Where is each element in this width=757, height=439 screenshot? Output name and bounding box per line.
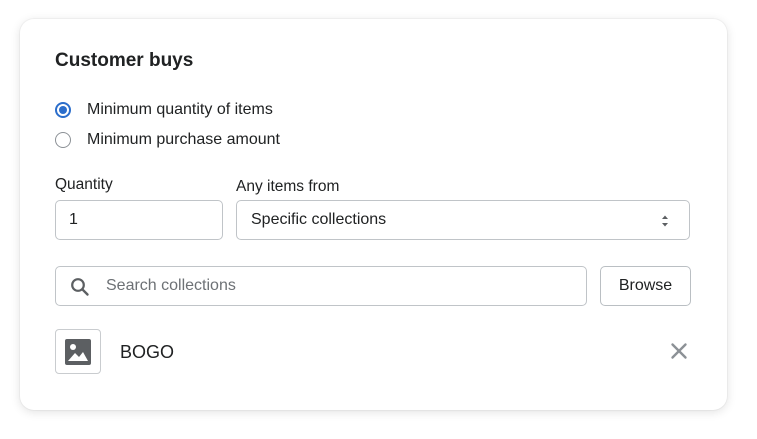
items-from-selected: Specific collections [251, 211, 387, 228]
radio-minimum-quantity[interactable]: Minimum quantity of items [55, 99, 273, 121]
radio-minimum-purchase-amount[interactable]: Minimum purchase amount [55, 129, 280, 151]
section-title: Customer buys [55, 50, 194, 71]
browse-button[interactable]: Browse [600, 266, 691, 306]
radio-button-checked[interactable] [55, 102, 71, 118]
collection-thumbnail [55, 329, 101, 374]
search-collections-input[interactable]: Search collections [55, 266, 587, 306]
search-placeholder: Search collections [106, 277, 236, 294]
close-icon[interactable] [670, 342, 688, 360]
quantity-label: Quantity [55, 176, 113, 193]
radio-label: Minimum quantity of items [87, 101, 273, 118]
radio-label: Minimum purchase amount [87, 131, 280, 148]
items-from-label: Any items from [236, 178, 340, 195]
image-placeholder-icon [65, 338, 91, 365]
quantity-value: 1 [69, 211, 78, 228]
customer-buys-card: Customer buys Minimum quantity of items … [20, 19, 727, 410]
quantity-input[interactable]: 1 [55, 200, 223, 240]
radio-button-unchecked[interactable] [55, 132, 71, 148]
search-icon [71, 278, 89, 296]
items-from-select[interactable]: Specific collections [236, 200, 690, 240]
collection-name: BOGO [120, 342, 175, 362]
select-arrows-icon [662, 215, 668, 227]
